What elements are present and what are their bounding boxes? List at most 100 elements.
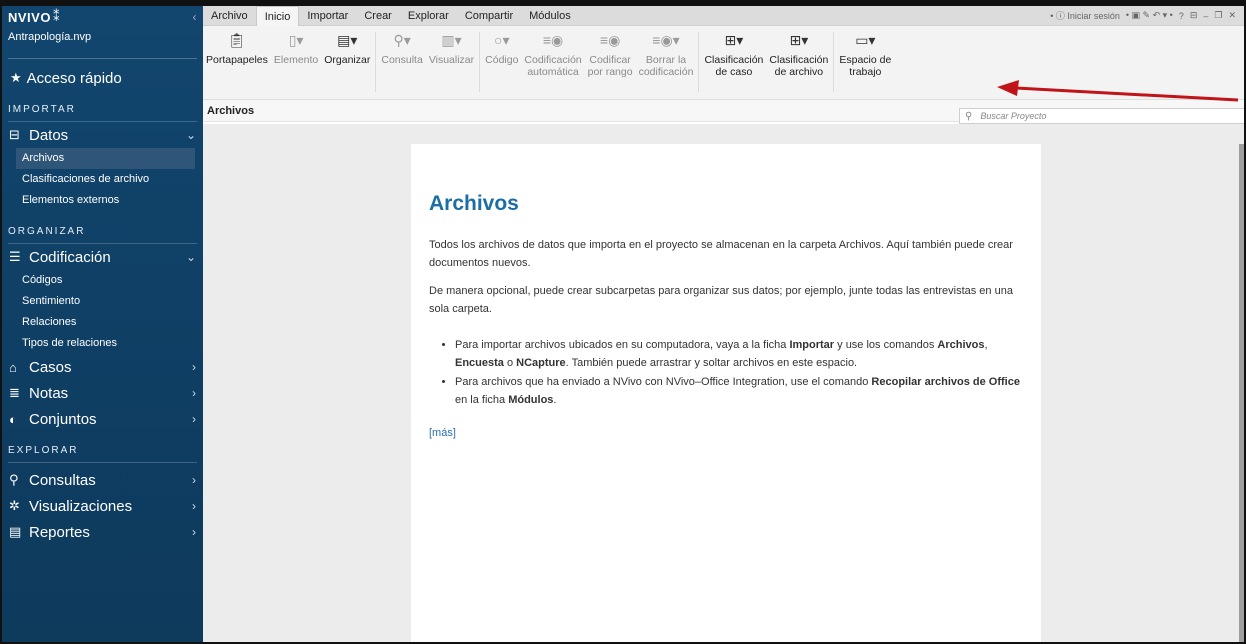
notes-icon: ≣ <box>9 385 20 400</box>
group-notas[interactable]: ≣ Notas › <box>2 380 203 406</box>
tab-archivo[interactable]: Archivo <box>203 6 256 26</box>
ribbon-separator <box>698 32 700 92</box>
chevron-down-icon: ⌄ <box>185 128 196 142</box>
codigo-button[interactable]: ○▾ Código <box>482 30 521 66</box>
app-logo: NVIVO <box>8 9 51 25</box>
group-casos-label: Casos <box>29 358 72 376</box>
minimize-icon[interactable]: – <box>1203 11 1208 21</box>
chevron-right-icon: › <box>192 473 196 487</box>
collapse-sidebar-icon[interactable]: ‹ <box>193 10 198 24</box>
group-casos[interactable]: ⌂ Casos › <box>2 354 203 380</box>
workspace-icon: ▭▾ <box>855 32 876 48</box>
label-line: de archivo <box>774 66 824 78</box>
clasificacion-archivo-button[interactable]: ⊞▾ Clasificación de archivo <box>766 30 831 78</box>
codificar-por-rango-button[interactable]: ≡◉ Codificar por rango <box>585 30 636 78</box>
section-explorar: EXPLORAR <box>8 445 79 456</box>
arrow-line <box>1014 86 1239 102</box>
breadcrumb-title: Archivos <box>207 104 255 117</box>
clasificacion-caso-button[interactable]: ⊞▾ Clasificación de caso <box>701 30 766 78</box>
visualizar-button[interactable]: ▥▾ Visualizar <box>426 30 477 66</box>
lines-icon: ☰ <box>9 249 21 264</box>
sets-icon: ◐ <box>9 411 17 427</box>
bold-text: Archivos <box>937 339 985 351</box>
bullet-list: Para importar archivos ubicados en su co… <box>455 336 1023 409</box>
text: y use los comandos <box>834 339 938 351</box>
clasificacion-caso-label: Clasificación de caso <box>704 54 763 78</box>
intro-paragraph: Todos los archivos de datos que importa … <box>429 239 1013 269</box>
tab-explorar[interactable]: Explorar <box>400 6 457 26</box>
group-visualizaciones[interactable]: ✲ Visualizaciones › <box>2 493 203 519</box>
espacio-trabajo-button[interactable]: ▭▾ Espacio de trabajo <box>836 30 894 78</box>
label-line: Borrar la <box>645 54 687 66</box>
label-line: Codificación <box>524 54 582 66</box>
content-area: Archivos Todos los archivos de datos que… <box>203 124 1244 642</box>
text: . <box>553 394 557 406</box>
vertical-scrollbar[interactable] <box>1239 144 1244 642</box>
espacio-trabajo-label: Espacio de trabajo <box>839 54 891 78</box>
bold-text: Importar <box>789 339 835 351</box>
group-conjuntos[interactable]: ◐ Conjuntos › <box>2 406 203 432</box>
sidebar-item-archivos[interactable]: Archivos <box>16 148 195 169</box>
uncode-icon: ≡◉▾ <box>652 32 680 48</box>
group-reportes-label: Reportes <box>29 523 90 541</box>
more-link[interactable]: [más] <box>429 427 1023 439</box>
group-consultas[interactable]: ⚲ Consultas › <box>2 467 203 493</box>
group-codificacion-label: Codificación <box>29 248 111 266</box>
group-visualizaciones-label: Visualizaciones <box>29 497 133 515</box>
pin-icon: ★ <box>10 70 22 85</box>
codigo-label: Código <box>485 54 519 66</box>
group-reportes[interactable]: ▤ Reportes › <box>2 519 203 545</box>
text: o <box>503 357 517 369</box>
sidebar-item-tipos-relaciones[interactable]: Tipos de relaciones <box>2 333 203 354</box>
close-icon[interactable]: ✕ <box>1228 10 1236 21</box>
tab-modulos[interactable]: Módulos <box>521 6 579 26</box>
group-consultas-label: Consultas <box>29 471 96 489</box>
annotation-arrow <box>997 80 1239 102</box>
tab-inicio[interactable]: Inicio <box>255 6 300 26</box>
search-icon: ⚲ <box>9 472 19 487</box>
divider <box>8 58 197 59</box>
info-card: Archivos Todos los archivos de datos que… <box>411 144 1041 642</box>
search-icon: ⚲ <box>965 110 973 122</box>
chevron-right-icon: › <box>192 525 196 539</box>
label-line: Clasificación <box>769 54 829 66</box>
quick-access[interactable]: ★ Acceso rápido <box>2 61 203 95</box>
quick-toolbar-icons[interactable]: • ▣ ✎ ↶ ▾ • <box>1126 10 1173 21</box>
sidebar-header: NVIVO ⁑ ‹ <box>2 6 203 28</box>
chevron-right-icon: › <box>192 386 196 400</box>
organizar-button[interactable]: ▤▾ Organizar <box>321 30 373 66</box>
elemento-button[interactable]: ▯▾ Elemento <box>271 30 321 66</box>
codificacion-automatica-button[interactable]: ≡◉ Codificación automática <box>521 30 584 78</box>
ribbon-options-icon[interactable]: ⊟ <box>1190 10 1198 21</box>
label-line: Clasificación <box>704 54 764 66</box>
borrar-codificacion-button[interactable]: ≡◉▾ Borrar la codificación <box>636 30 697 78</box>
text: Para archivos que ha enviado a NVivo con… <box>455 376 872 388</box>
file-classification-icon: ⊞▾ <box>789 32 809 48</box>
visualizar-label: Visualizar <box>428 54 475 66</box>
list-item: Para importar archivos ubicados en su co… <box>455 336 1023 372</box>
autocode-icon: ≡◉ <box>542 32 564 48</box>
text: Para importar archivos ubicados en su co… <box>455 339 790 351</box>
tab-importar[interactable]: Importar <box>299 6 356 26</box>
sidebar-item-relaciones[interactable]: Relaciones <box>2 312 203 333</box>
group-datos[interactable]: ⊟ Datos ⌄ <box>2 122 203 148</box>
chevron-right-icon: › <box>192 360 196 374</box>
ribbon-separator <box>479 32 481 92</box>
consulta-button[interactable]: ⚲▾ Consulta <box>378 30 425 66</box>
group-notas-label: Notas <box>29 384 69 402</box>
portapapeles-label: Portapapeles <box>206 54 268 66</box>
sidebar-item-elementos-externos[interactable]: Elementos externos <box>2 190 203 211</box>
group-codificacion[interactable]: ☰ Codificación ⌄ <box>2 244 203 270</box>
restore-icon[interactable]: ❐ <box>1214 10 1222 21</box>
help-icon[interactable]: ? <box>1179 11 1184 21</box>
sidebar-item-clasificaciones-archivo[interactable]: Clasificaciones de archivo <box>2 169 203 190</box>
portapapeles-button[interactable]: 📋︎ Portapapeles <box>203 30 271 66</box>
signin-link[interactable]: • ⓘ Iniciar sesión <box>1050 9 1120 22</box>
tab-compartir[interactable]: Compartir <box>457 6 521 26</box>
tab-crear[interactable]: Crear <box>356 6 400 26</box>
range-code-icon: ≡◉ <box>599 32 621 48</box>
text: en la ficha <box>455 394 509 406</box>
sidebar-item-sentimiento[interactable]: Sentimiento <box>2 291 203 312</box>
navigation-sidebar: NVIVO ⁑ ‹ Antrapología.nvp ★ Acceso rápi… <box>2 6 203 642</box>
sidebar-item-codigos[interactable]: Códigos <box>2 270 203 291</box>
